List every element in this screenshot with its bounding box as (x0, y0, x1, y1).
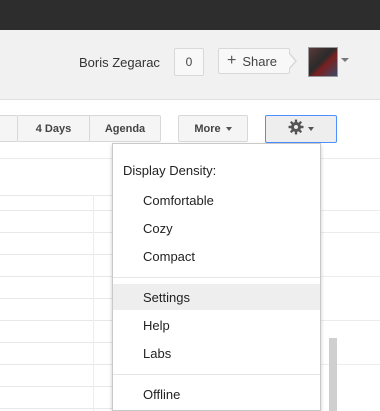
avatar[interactable] (308, 47, 338, 77)
notification-count-button[interactable]: 0 (174, 48, 204, 76)
settings-dropdown-menu: Display Density: Comfortable Cozy Compac… (112, 143, 321, 411)
menu-item-offline[interactable]: Offline (113, 381, 320, 407)
calendar-column-divider (93, 195, 94, 411)
view-button-previous[interactable] (0, 115, 18, 142)
share-callout-arrow-fill (289, 54, 295, 68)
chevron-down-icon (308, 127, 314, 131)
menu-item-labs[interactable]: Labs (113, 340, 320, 366)
settings-gear-button[interactable] (265, 115, 337, 143)
menu-item-cozy[interactable]: Cozy (113, 215, 320, 241)
scrollbar-thumb[interactable] (329, 338, 337, 411)
calendar-grid-line (321, 232, 380, 233)
username[interactable]: Boris Zegarac (79, 55, 160, 70)
top-bar (0, 0, 380, 30)
menu-item-settings[interactable]: Settings (113, 284, 320, 310)
plus-icon: + (227, 52, 237, 69)
menu-heading-display-density: Display Density: (123, 163, 217, 178)
more-label: More (194, 122, 221, 135)
menu-item-comfortable[interactable]: Comfortable (113, 187, 320, 213)
calendar-grid-line (321, 210, 380, 211)
menu-item-compact[interactable]: Compact (113, 243, 320, 269)
view-button-4-days[interactable]: 4 Days (18, 115, 90, 142)
chevron-down-icon[interactable] (341, 58, 349, 62)
calendar-grid-line (321, 320, 380, 321)
menu-item-help[interactable]: Help (113, 312, 320, 338)
calendar-grid-line (321, 276, 380, 277)
menu-separator (113, 374, 320, 375)
view-button-agenda[interactable]: Agenda (89, 115, 161, 142)
more-button[interactable]: More (178, 115, 248, 142)
menu-separator (113, 277, 320, 278)
gear-icon (288, 119, 304, 140)
share-label: Share (242, 53, 278, 69)
calendar-grid (0, 195, 112, 411)
chevron-down-icon (225, 126, 232, 131)
share-button[interactable]: + Share (218, 48, 290, 74)
